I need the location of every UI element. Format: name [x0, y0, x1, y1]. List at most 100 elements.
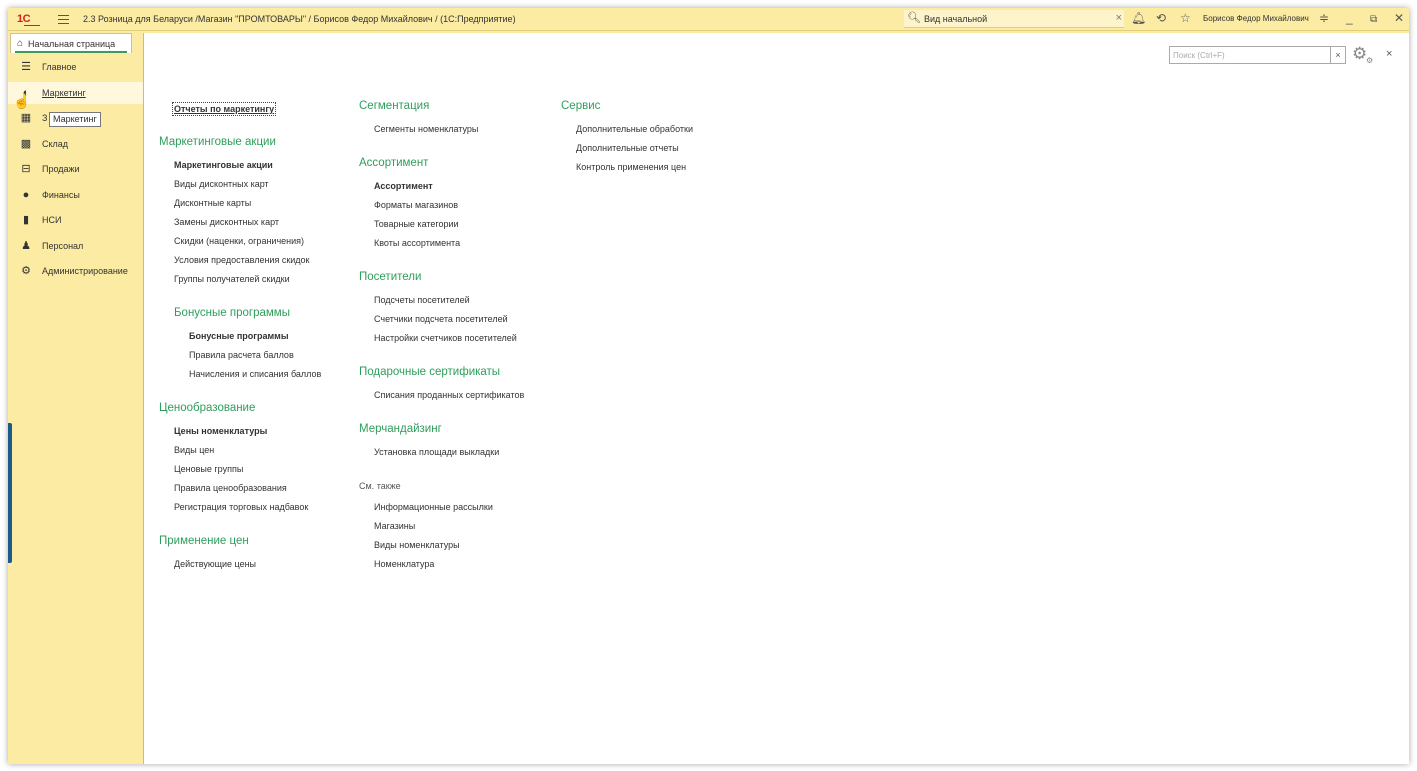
link-service[interactable]: Контроль применения цен: [576, 162, 686, 172]
search-input[interactable]: Поиск (Ctrl+F): [1169, 46, 1331, 64]
link-pricing[interactable]: Цены номенклатуры: [174, 426, 267, 436]
link-service[interactable]: Дополнительные обработки: [576, 124, 693, 134]
global-search-value: Вид начальной: [923, 13, 988, 24]
link-pricing[interactable]: Ценовые группы: [174, 464, 243, 474]
title-bar: 1С 2.3 Розница для Беларуси /Магазин "ПР…: [8, 8, 1409, 31]
link-merchandising[interactable]: Установка площади выкладки: [374, 447, 499, 457]
link-gift-certificates[interactable]: Списания проданных сертификатов: [374, 390, 524, 400]
link-service[interactable]: Дополнительные отчеты: [576, 143, 679, 153]
link-pricing[interactable]: Виды цен: [174, 445, 214, 455]
history-icon[interactable]: ⟲: [1156, 12, 1166, 25]
logo-text: 1С: [17, 13, 31, 25]
group-header-apply-prices[interactable]: Применение цен: [159, 535, 249, 547]
app-logo[interactable]: 1С: [17, 13, 41, 26]
close-section-icon[interactable]: ×: [1386, 48, 1392, 60]
group-header-segmentation[interactable]: Сегментация: [359, 100, 429, 112]
sidebar-item-label: Персонал: [42, 241, 84, 251]
sidebar-item-sales[interactable]: ⊟ Продажи: [8, 158, 143, 180]
sidebar-item-label: Администрирование: [42, 266, 128, 276]
group-header-pricing[interactable]: Ценообразование: [159, 402, 255, 414]
sidebar-item-label: Продажи: [42, 164, 80, 174]
group-header-merchandising[interactable]: Мерчандайзинг: [359, 423, 442, 435]
link-see-also[interactable]: Виды номенклатуры: [374, 540, 460, 550]
sidebar-item-label: Склад: [42, 139, 69, 149]
mouse-cursor-icon: ☝: [13, 93, 31, 109]
panel-resize-handle[interactable]: [8, 423, 12, 563]
group-header-bonus[interactable]: Бонусные программы: [174, 307, 290, 319]
basket-icon: ⊟: [21, 163, 31, 175]
link-promo[interactable]: Условия предоставления скидок: [174, 255, 310, 265]
gear-icon: ⚙: [21, 265, 31, 277]
link-promo[interactable]: Маркетинговые акции: [174, 160, 273, 170]
sections-panel: ☰ Главное ◐ Маркетинг ▦ З ▩ Склад ⊟ Прод…: [8, 53, 143, 764]
finance-icon: ●: [22, 189, 30, 201]
link-see-also[interactable]: Информационные рассылки: [374, 502, 493, 512]
link-assortment[interactable]: Квоты ассортимента: [374, 238, 460, 248]
app-window: 1С 2.3 Розница для Беларуси /Магазин "ПР…: [8, 8, 1409, 764]
group-header-service[interactable]: Сервис: [561, 100, 600, 112]
link-promo[interactable]: Скидки (наценки, ограничения): [174, 236, 304, 246]
clear-search-icon[interactable]: ×: [1116, 12, 1122, 24]
settings-gear-icon[interactable]: ⚙: [1352, 44, 1367, 64]
clear-search-button[interactable]: ×: [1330, 46, 1346, 64]
sidebar-item-label: Маркетинг: [42, 88, 86, 98]
link-promo[interactable]: Виды дисконтных карт: [174, 179, 269, 189]
global-search[interactable]: 🔍︎ Вид начальной ×: [904, 10, 1124, 28]
sidebar-item-label: Финансы: [42, 190, 80, 200]
tab-home-label: Начальная страница: [28, 38, 116, 49]
sidebar-item-warehouse[interactable]: ▩ Склад: [8, 133, 143, 155]
link-bonus[interactable]: Правила расчета баллов: [189, 350, 294, 360]
group-header-visitors[interactable]: Посетители: [359, 271, 421, 283]
person-icon: ♟: [21, 240, 31, 252]
link-assortment[interactable]: Товарные категории: [374, 219, 459, 229]
sidebar-item-administration[interactable]: ⚙ Администрирование: [8, 260, 143, 282]
group-header-gift-certificates[interactable]: Подарочные сертификаты: [359, 366, 500, 378]
tooltip: Маркетинг: [49, 112, 101, 127]
search-placeholder: Поиск (Ctrl+F): [1173, 50, 1225, 60]
link-assortment[interactable]: Форматы магазинов: [374, 200, 458, 210]
home-icon: ⌂: [17, 38, 24, 49]
main-menu-icon[interactable]: [58, 14, 69, 24]
link-promo[interactable]: Замены дисконтных карт: [174, 217, 279, 227]
tab-home[interactable]: ⌂ Начальная страница: [10, 33, 132, 53]
bell-icon[interactable]: 🔔︎: [1131, 12, 1146, 25]
link-promo[interactable]: Группы получателей скидки: [174, 274, 290, 284]
sidebar-item-label: Главное: [42, 62, 77, 72]
warehouse-icon: ▩: [20, 138, 32, 150]
logo-underline: [24, 25, 40, 26]
sidebar-item-finance[interactable]: ● Финансы: [8, 184, 143, 206]
link-pricing[interactable]: Регистрация торговых надбавок: [174, 502, 308, 512]
group-header-promo[interactable]: Маркетинговые акции: [159, 136, 276, 148]
window-title: 2.3 Розница для Беларуси /Магазин "ПРОМТ…: [83, 14, 516, 24]
link-segmentation[interactable]: Сегменты номенклатуры: [374, 124, 478, 134]
link-pricing[interactable]: Правила ценообразования: [174, 483, 287, 493]
link-bonus[interactable]: Бонусные программы: [189, 331, 289, 341]
link-marketing-reports[interactable]: Отчеты по маркетингу: [172, 102, 277, 116]
sidebar-item-label: З: [42, 113, 48, 123]
group-header-assortment[interactable]: Ассортимент: [359, 157, 428, 169]
link-bonus[interactable]: Начисления и списания баллов: [189, 369, 321, 379]
section-content: Поиск (Ctrl+F) × ⚙ ⚙ × Отчеты по маркети…: [143, 33, 1409, 764]
settings-lines-icon[interactable]: ≑: [1319, 12, 1329, 25]
link-visitors[interactable]: Подсчеты посетителей: [374, 295, 470, 305]
link-see-also[interactable]: Номенклатура: [374, 559, 434, 569]
see-also-label: См. также: [359, 481, 401, 491]
minimize-icon[interactable]: _: [1346, 12, 1353, 25]
link-promo[interactable]: Дисконтные карты: [174, 198, 251, 208]
restore-icon[interactable]: ⧉: [1370, 13, 1377, 26]
link-apply-prices[interactable]: Действующие цены: [174, 559, 256, 569]
sidebar-item-reference[interactable]: ▮ НСИ: [8, 209, 143, 231]
menu-lines-icon: ☰: [21, 61, 31, 73]
settings-small-gear-icon: ⚙: [1366, 56, 1374, 65]
close-window-icon[interactable]: ✕: [1394, 12, 1404, 25]
link-assortment[interactable]: Ассортимент: [374, 181, 433, 191]
purchases-icon: ▦: [20, 112, 32, 124]
star-icon[interactable]: ☆: [1180, 12, 1191, 25]
search-icon: 🔍︎: [907, 12, 921, 24]
link-see-also[interactable]: Магазины: [374, 521, 415, 531]
user-name[interactable]: Борисов Федор Михайлович: [1203, 14, 1309, 23]
link-visitors[interactable]: Настройки счетчиков посетителей: [374, 333, 517, 343]
sidebar-item-main[interactable]: ☰ Главное: [8, 56, 143, 78]
sidebar-item-personnel[interactable]: ♟ Персонал: [8, 235, 143, 257]
link-visitors[interactable]: Счетчики подсчета посетителей: [374, 314, 508, 324]
